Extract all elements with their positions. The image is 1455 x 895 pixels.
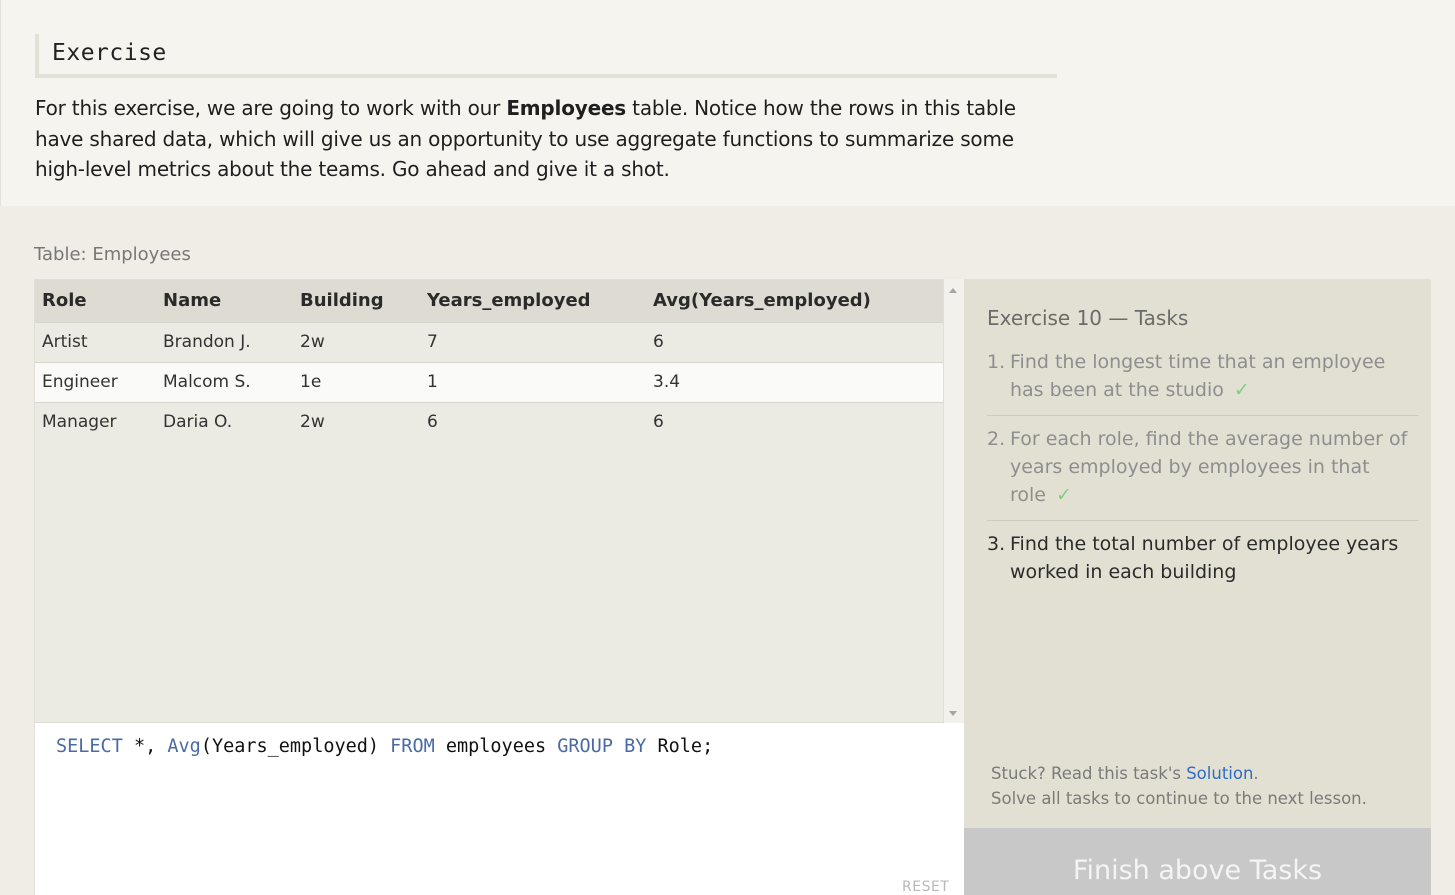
table-cell: 6 xyxy=(646,401,943,442)
tasks-title: Exercise 10 — Tasks xyxy=(987,306,1189,330)
table-cell: 2w xyxy=(293,321,420,362)
scroll-up-arrow-icon[interactable] xyxy=(949,288,957,293)
table-caption: Table: Employees xyxy=(34,244,191,265)
stuck-suffix: . xyxy=(1253,764,1259,783)
task-text: Find the longest time that an employee h… xyxy=(1010,351,1386,401)
table-cell: 6 xyxy=(646,321,943,362)
table-row: Artist Brandon J. 2w 7 6 xyxy=(35,321,943,362)
query-token: FROM xyxy=(390,736,435,757)
finish-tasks-label: Finish above Tasks xyxy=(1072,855,1323,886)
results-table: Role Name Building Years_employed Avg(Ye… xyxy=(35,280,943,442)
task-item: 2. For each role, find the average numbe… xyxy=(987,425,1419,521)
task-number: 1. xyxy=(987,351,1006,373)
table-header-row: Role Name Building Years_employed Avg(Ye… xyxy=(35,280,943,322)
table-cell: Engineer xyxy=(35,361,156,402)
checkmark-icon: ✓ xyxy=(1056,484,1072,506)
solution-link[interactable]: Solution xyxy=(1186,764,1253,783)
table-row: Engineer Malcom S. 1e 1 3.4 xyxy=(35,361,943,402)
table-cell: 2w xyxy=(293,401,420,442)
task-text: Find the total number of employee years … xyxy=(1010,533,1399,583)
column-header: Role xyxy=(35,280,156,322)
task-number: 2. xyxy=(987,428,1006,450)
exercise-intro: Exercise For this exercise, we are going… xyxy=(0,0,1455,206)
task-item: 1. Find the longest time that an employe… xyxy=(987,348,1419,416)
table-cell: 3.4 xyxy=(646,361,943,402)
query-token: Role; xyxy=(646,736,714,757)
table-cell: 7 xyxy=(420,321,646,362)
stuck-prefix: Stuck? Read this task's xyxy=(991,764,1187,783)
query-token: GROUP BY xyxy=(557,736,647,757)
scroll-down-arrow-icon[interactable] xyxy=(949,711,957,716)
exercise-heading-text: Exercise xyxy=(52,40,167,66)
tasks-panel: Exercise 10 — Tasks 1. Find the longest … xyxy=(964,279,1431,895)
column-header: Building xyxy=(293,280,420,322)
exercise-heading: Exercise xyxy=(35,34,1057,78)
finish-tasks-button[interactable]: Finish above Tasks xyxy=(964,828,1431,895)
results-table-container: Role Name Building Years_employed Avg(Ye… xyxy=(34,279,944,723)
sql-query-editor[interactable]: SELECT *, Avg(Years_employed) FROM emplo… xyxy=(34,723,964,895)
table-cell: Manager xyxy=(35,401,156,442)
column-header: Avg(Years_employed) xyxy=(646,280,943,322)
reset-button[interactable]: RESET xyxy=(902,879,949,895)
task-list: 1. Find the longest time that an employe… xyxy=(987,348,1419,606)
query-token: *, xyxy=(122,736,168,757)
sql-query-text[interactable]: SELECT *, Avg(Years_employed) FROM emplo… xyxy=(56,736,713,757)
table-cell: Malcom S. xyxy=(156,361,293,402)
table-scrollbar[interactable] xyxy=(944,279,964,723)
query-token: (Years_employed) xyxy=(200,736,391,757)
column-header: Name xyxy=(156,280,293,322)
table-cell: Daria O. xyxy=(156,401,293,442)
table-row: Manager Daria O. 2w 6 6 xyxy=(35,401,943,442)
table-cell: 1 xyxy=(420,361,646,402)
description-table-name: Employees xyxy=(506,96,627,120)
continue-instructions: Solve all tasks to continue to the next … xyxy=(991,789,1367,808)
table-cell: 1e xyxy=(293,361,420,402)
query-token: Avg xyxy=(167,736,201,757)
query-token: SELECT xyxy=(56,736,123,757)
query-token: employees xyxy=(434,736,558,757)
exercise-workspace: Table: Employees Role Name Building Year… xyxy=(0,206,1455,895)
exercise-description: For this exercise, we are going to work … xyxy=(35,93,1045,185)
description-text-before: For this exercise, we are going to work … xyxy=(35,96,507,120)
table-cell: Brandon J. xyxy=(156,321,293,362)
task-number: 3. xyxy=(987,533,1006,555)
table-cell: 6 xyxy=(420,401,646,442)
column-header: Years_employed xyxy=(420,280,646,322)
table-cell: Artist xyxy=(35,321,156,362)
task-item: 3. Find the total number of employee yea… xyxy=(987,530,1419,597)
help-text: Stuck? Read this task's Solution. Solve … xyxy=(991,761,1367,811)
checkmark-icon: ✓ xyxy=(1233,379,1250,401)
